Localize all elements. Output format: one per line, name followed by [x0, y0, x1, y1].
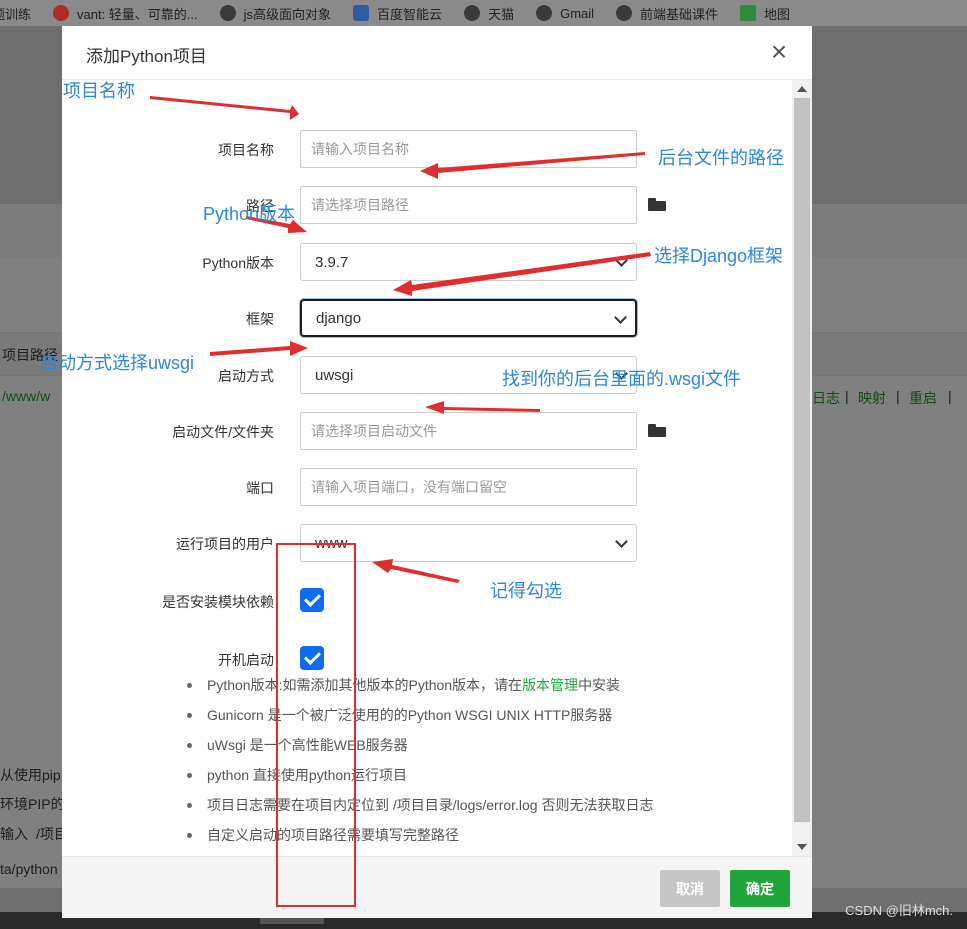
arrow-name	[150, 96, 299, 120]
arrow-remember	[372, 559, 460, 583]
annotation-wsgi: 找到你的后台里面的.wsgi文件	[502, 369, 742, 389]
annotation-path: 后台文件的路径	[658, 148, 784, 168]
arrow-uwsgi	[210, 341, 308, 356]
arrow-group	[150, 96, 651, 583]
arrow-wsgi	[425, 401, 540, 414]
watermark: CSDN @旧林mch.	[845, 903, 953, 918]
arrow-django	[393, 252, 651, 296]
annotation-uwsgi: 启动方式选择uwsgi	[40, 353, 195, 373]
annotation-name: 项目名称	[63, 81, 135, 101]
annotation-remember: 记得勾选	[490, 581, 562, 601]
annotation-django: 选择Django框架	[654, 246, 784, 266]
annotation-arrows	[150, 96, 651, 583]
arrow-path	[420, 152, 645, 179]
annotation-python: Python版本	[203, 204, 296, 224]
